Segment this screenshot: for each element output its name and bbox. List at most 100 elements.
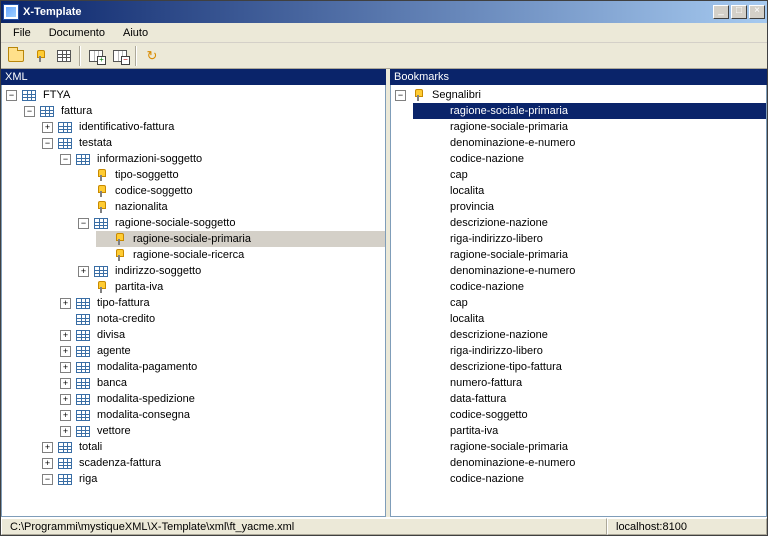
tree-label: cap — [448, 297, 470, 309]
expander[interactable]: − — [6, 90, 17, 101]
pin-icon — [410, 88, 426, 102]
tree-row[interactable]: ragione-sociale-primaria — [413, 247, 766, 263]
tree-row[interactable]: −riga — [42, 471, 385, 487]
tree-row[interactable]: ragione-sociale-ricerca — [96, 247, 385, 263]
tree-row[interactable]: codice-nazione — [413, 471, 766, 487]
tree-row[interactable]: denominazione-e-numero — [413, 263, 766, 279]
tree-row[interactable]: codice-soggetto — [413, 407, 766, 423]
expander[interactable]: + — [42, 442, 53, 453]
grid-button[interactable] — [53, 45, 75, 67]
expand-all-button[interactable]: + — [85, 45, 107, 67]
tree-row[interactable]: codice-nazione — [413, 279, 766, 295]
tree-row[interactable]: descrizione-nazione — [413, 215, 766, 231]
tree-label: ragione-sociale-primaria — [448, 249, 570, 261]
tree-row[interactable]: nazionalita — [78, 199, 385, 215]
window-title: X-Template — [23, 6, 713, 18]
close-button[interactable]: × — [749, 5, 765, 19]
refresh-button[interactable]: ↻ — [141, 45, 163, 67]
expander[interactable]: + — [42, 122, 53, 133]
menu-documento[interactable]: Documento — [41, 25, 113, 41]
tree-row[interactable]: denominazione-e-numero — [413, 455, 766, 471]
tree-row[interactable]: denominazione-e-numero — [413, 135, 766, 151]
tree-row[interactable]: cap — [413, 167, 766, 183]
tree-row[interactable]: ragione-sociale-primaria — [413, 103, 766, 119]
expander[interactable]: − — [24, 106, 35, 117]
tree-row[interactable]: riga-indirizzo-libero — [413, 231, 766, 247]
tree-row[interactable]: −FTYA — [6, 87, 385, 103]
tree-row[interactable]: numero-fattura — [413, 375, 766, 391]
expander[interactable]: + — [60, 346, 71, 357]
bookmarks-pane: Bookmarks −Segnalibriragione-sociale-pri… — [390, 69, 767, 517]
tree-row[interactable]: +modalita-pagamento — [60, 359, 385, 375]
tree-row[interactable]: localita — [413, 183, 766, 199]
tree-row[interactable]: descrizione-tipo-fattura — [413, 359, 766, 375]
pin-button[interactable] — [29, 45, 51, 67]
tree-row[interactable]: +modalita-consegna — [60, 407, 385, 423]
tree-row[interactable]: ragione-sociale-primaria — [413, 119, 766, 135]
toolbar-separator — [135, 46, 137, 66]
expander[interactable]: − — [395, 90, 406, 101]
maximize-button[interactable]: □ — [731, 5, 747, 19]
tree-row[interactable]: ragione-sociale-primaria — [413, 439, 766, 455]
tree-row[interactable]: +tipo-fattura — [60, 295, 385, 311]
tree-row[interactable]: +agente — [60, 343, 385, 359]
tree-row[interactable]: + banca — [60, 375, 385, 391]
minimize-button[interactable]: _ — [713, 5, 729, 19]
tree-row[interactable]: +divisa — [60, 327, 385, 343]
tree-row[interactable]: +vettore — [60, 423, 385, 439]
tree-label: codice-soggetto — [448, 409, 530, 421]
tree-row[interactable]: cap — [413, 295, 766, 311]
tree-row[interactable]: ragione-sociale-primaria — [96, 231, 385, 247]
pin-icon — [93, 184, 109, 198]
tree-label: banca — [95, 377, 129, 389]
tree-row[interactable]: data-fattura — [413, 391, 766, 407]
expander[interactable]: − — [60, 154, 71, 165]
table-icon — [39, 104, 55, 118]
expander[interactable]: + — [60, 298, 71, 309]
tree-row[interactable]: localita — [413, 311, 766, 327]
expander[interactable]: + — [60, 410, 71, 421]
tree-row[interactable]: −informazioni-soggetto — [60, 151, 385, 167]
tree-row[interactable]: nota-credito — [60, 311, 385, 327]
tree-label: nota-credito — [95, 313, 157, 325]
tree-label: fattura — [59, 105, 94, 117]
tree-row[interactable]: −Segnalibri — [395, 87, 766, 103]
menu-aiuto[interactable]: Aiuto — [115, 25, 156, 41]
collapse-all-button[interactable]: − — [109, 45, 131, 67]
tree-row[interactable]: −testata — [42, 135, 385, 151]
tree-row[interactable]: codice-soggetto — [78, 183, 385, 199]
expander[interactable]: + — [78, 266, 89, 277]
tree-row[interactable]: +totali — [42, 439, 385, 455]
expander[interactable]: − — [42, 474, 53, 485]
tree-row[interactable]: +modalita-spedizione — [60, 391, 385, 407]
expander[interactable]: + — [60, 394, 71, 405]
tree-label: indirizzo-soggetto — [113, 265, 203, 277]
expander[interactable]: − — [42, 138, 53, 149]
tree-row[interactable]: provincia — [413, 199, 766, 215]
titlebar[interactable]: X-Template _ □ × — [1, 1, 767, 23]
bookmarks-tree[interactable]: −Segnalibriragione-sociale-primariaragio… — [390, 85, 767, 517]
tree-row[interactable]: −ragione-sociale-soggetto — [78, 215, 385, 231]
expander[interactable]: − — [78, 218, 89, 229]
tree-label: denominazione-e-numero — [448, 137, 577, 149]
tree-row[interactable]: descrizione-nazione — [413, 327, 766, 343]
tree-row[interactable]: tipo-soggetto — [78, 167, 385, 183]
tree-row[interactable]: +scadenza-fattura — [42, 455, 385, 471]
tree-row[interactable]: +identificativo-fattura — [42, 119, 385, 135]
xml-tree[interactable]: −FTYA−fattura+identificativo-fattura−tes… — [1, 85, 386, 517]
expander[interactable]: + — [60, 330, 71, 341]
expander[interactable]: + — [60, 362, 71, 373]
tree-row[interactable]: codice-nazione — [413, 151, 766, 167]
tree-row[interactable]: − fattura — [24, 103, 385, 119]
expander[interactable]: + — [60, 426, 71, 437]
tree-label: codice-soggetto — [113, 185, 195, 197]
table-icon — [75, 392, 91, 406]
expander[interactable]: + — [42, 458, 53, 469]
tree-row[interactable]: partita-iva — [413, 423, 766, 439]
tree-row[interactable]: riga-indirizzo-libero — [413, 343, 766, 359]
open-button[interactable] — [5, 45, 27, 67]
menu-file[interactable]: File — [5, 25, 39, 41]
tree-row[interactable]: + indirizzo-soggetto — [78, 263, 385, 279]
expander[interactable]: + — [60, 378, 71, 389]
tree-row[interactable]: partita-iva — [78, 279, 385, 295]
